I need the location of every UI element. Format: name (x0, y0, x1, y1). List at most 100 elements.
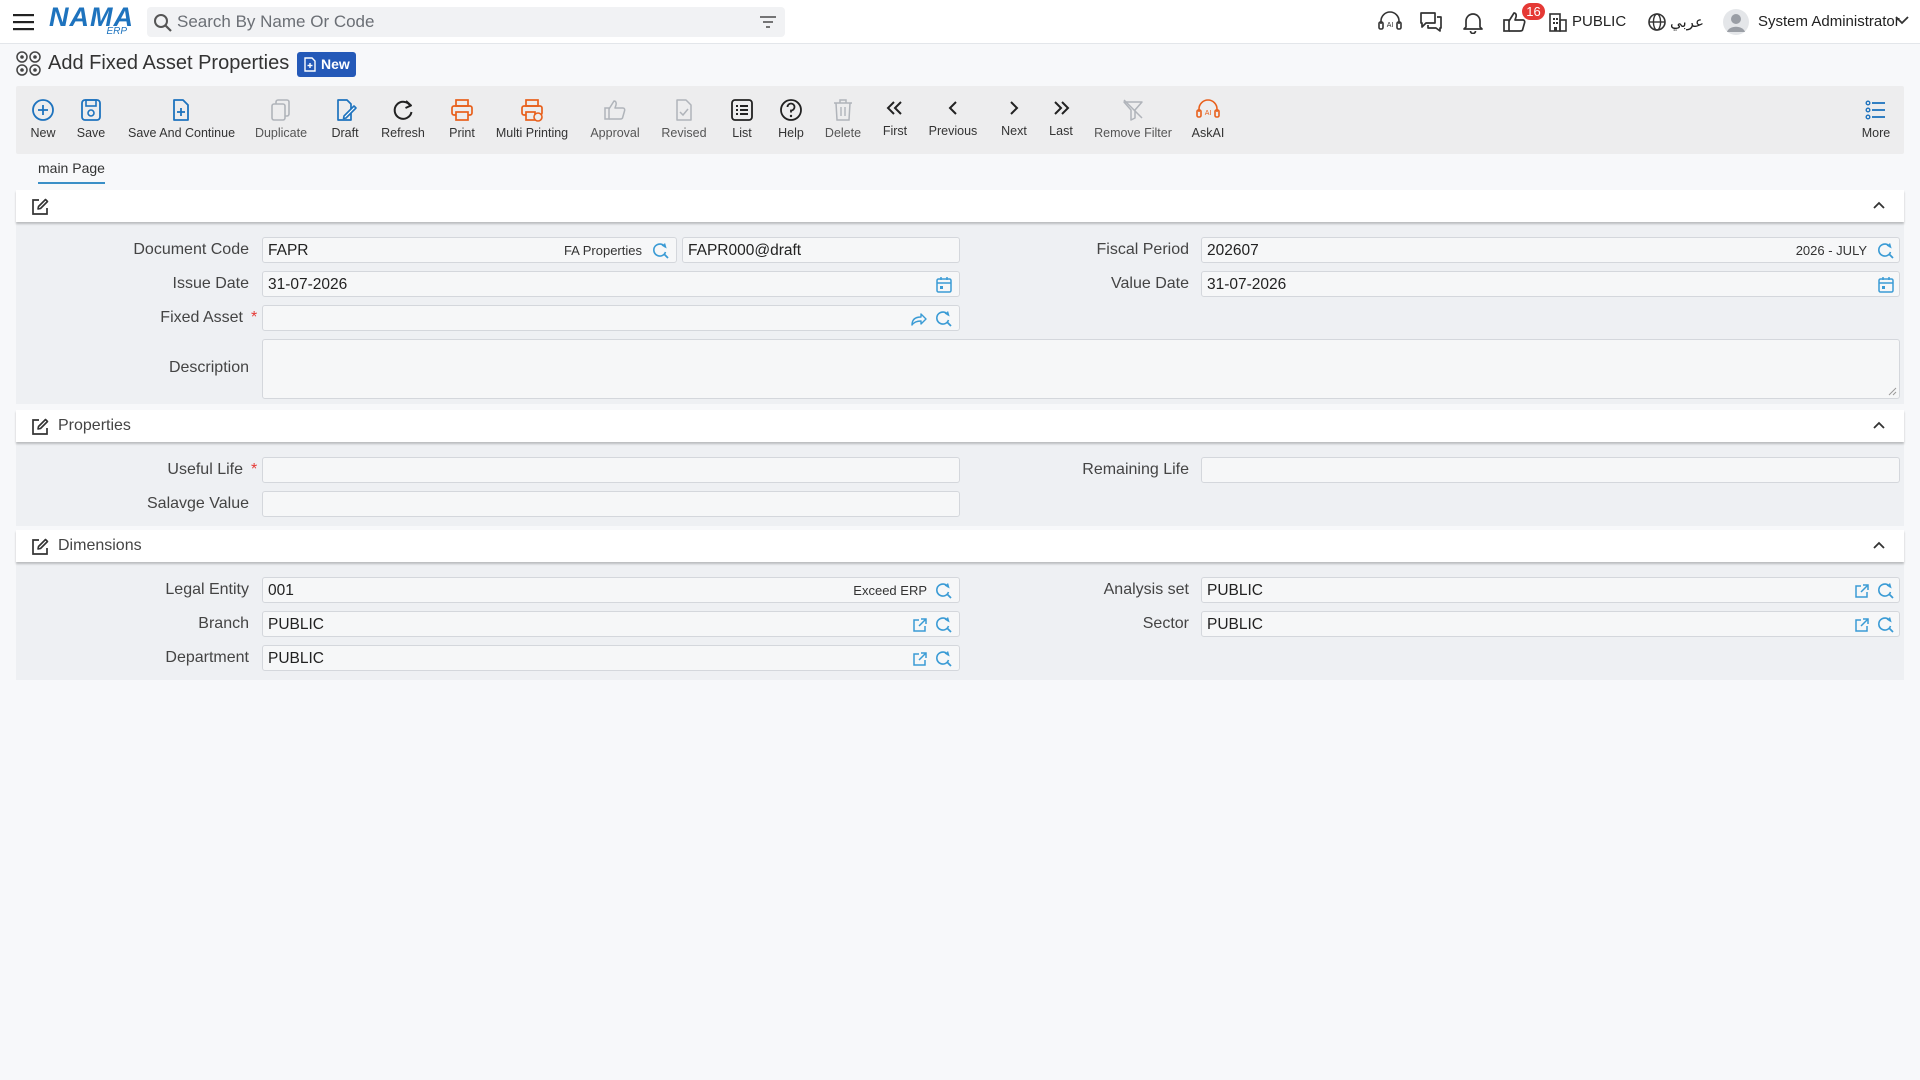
lookup-search-icon[interactable] (652, 242, 670, 260)
collapse-chevron-icon[interactable] (1872, 200, 1886, 210)
approval-button[interactable]: Approval (588, 86, 642, 154)
lookup-search-icon[interactable] (1877, 242, 1895, 260)
printer-icon (451, 99, 473, 121)
lookup-search-icon[interactable] (935, 310, 953, 328)
tab-main-page[interactable]: main Page (38, 160, 105, 184)
branch-value: PUBLIC (268, 616, 324, 633)
print-button[interactable]: Print (444, 86, 480, 154)
filter-icon[interactable] (759, 14, 777, 30)
next-label: Next (1001, 124, 1027, 138)
calendar-icon[interactable] (1877, 276, 1895, 294)
lookup-search-icon[interactable] (935, 582, 953, 600)
fiscal-period-field[interactable]: 202607 2026 - JULY (1201, 237, 1900, 263)
last-label: Last (1049, 124, 1073, 138)
delete-button[interactable]: Delete (822, 86, 864, 154)
avatar[interactable] (1722, 8, 1750, 36)
language-switch[interactable]: عربي (1670, 13, 1704, 31)
previous-button[interactable]: Previous (926, 86, 980, 154)
branch-field[interactable]: PUBLIC (262, 611, 960, 637)
user-name[interactable]: System Administrator (1758, 13, 1900, 30)
remaining-life-field[interactable] (1201, 457, 1900, 483)
department-label: Department (165, 649, 249, 666)
duplicate-button[interactable]: Duplicate (254, 86, 308, 154)
external-link-icon[interactable] (1853, 582, 1871, 600)
refresh-label: Refresh (381, 126, 425, 140)
first-button[interactable]: First (880, 86, 910, 154)
last-button[interactable]: Last (1046, 86, 1076, 154)
lookup-search-icon[interactable] (935, 650, 953, 668)
issue-date-label: Issue Date (172, 275, 249, 292)
more-label: More (1861, 126, 1891, 140)
multi-printing-button[interactable]: Multi Printing (494, 86, 570, 154)
external-link-icon[interactable] (911, 616, 929, 634)
more-list-icon (1865, 100, 1885, 120)
fixed-asset-label: Fixed Asset (160, 309, 243, 326)
external-link-icon[interactable] (1853, 616, 1871, 634)
company-name[interactable]: PUBLIC (1572, 13, 1626, 30)
issue-date-field[interactable]: 31-07-2026 (262, 271, 960, 297)
issue-date-value: 31-07-2026 (268, 276, 348, 293)
document-code-field[interactable]: FAPR FA Properties (262, 237, 677, 263)
search-input[interactable] (177, 7, 737, 37)
new-button[interactable]: New (26, 86, 60, 154)
legal-entity-field[interactable]: 001 Exceed ERP (262, 577, 960, 603)
save-button[interactable]: Save (74, 86, 108, 154)
document-code-name: FA Properties (563, 243, 642, 258)
properties-section-title: Properties (58, 417, 131, 434)
analysis-set-field[interactable]: PUBLIC (1201, 577, 1900, 603)
value-date-label: Value Date (1111, 275, 1189, 292)
save-icon (81, 99, 101, 121)
description-textarea[interactable] (262, 339, 1900, 399)
draft-label: Draft (331, 126, 359, 140)
remove-filter-button[interactable]: Remove Filter (1094, 86, 1172, 154)
revised-button[interactable]: Revised (660, 86, 708, 154)
askai-button[interactable]: AI AskAI (1190, 86, 1226, 154)
more-button[interactable]: More (1858, 86, 1894, 154)
ai-support-icon[interactable]: AI (1377, 10, 1403, 34)
chat-icon[interactable] (1418, 10, 1444, 34)
properties-section-header[interactable]: Properties (16, 410, 1904, 442)
logo[interactable]: NAMA ERP (49, 4, 133, 40)
fiscal-period-name: 2026 - JULY (1795, 243, 1867, 258)
calendar-icon[interactable] (935, 276, 953, 294)
document-number-field[interactable]: FAPR000@draft (682, 237, 960, 263)
bell-icon[interactable] (1460, 10, 1486, 34)
department-field[interactable]: PUBLIC (262, 645, 960, 671)
menu-icon[interactable] (12, 11, 36, 33)
external-link-icon[interactable] (911, 650, 929, 668)
fixed-asset-field[interactable] (262, 305, 960, 331)
lookup-search-icon[interactable] (1877, 582, 1895, 600)
help-button[interactable]: Help (774, 86, 808, 154)
company-icon[interactable] (1547, 10, 1573, 34)
draft-button[interactable]: Draft (328, 86, 362, 154)
resize-handle-icon[interactable] (1887, 386, 1897, 396)
list-button[interactable]: List (726, 86, 758, 154)
main-section-header[interactable] (16, 190, 1904, 222)
useful-life-field[interactable] (262, 457, 960, 483)
collapse-chevron-icon[interactable] (1872, 420, 1886, 430)
dimensions-section-header[interactable]: Dimensions (16, 530, 1904, 562)
fiscal-period-label: Fiscal Period (1096, 241, 1189, 258)
notification-count-badge: 16 (1522, 3, 1545, 20)
sector-field[interactable]: PUBLIC (1201, 611, 1900, 637)
global-search[interactable] (147, 7, 785, 37)
svg-text:AI: AI (1387, 22, 1394, 29)
module-icon (14, 49, 44, 79)
approval-label: Approval (590, 126, 640, 140)
refresh-button[interactable]: Refresh (380, 86, 426, 154)
chevron-left-icon (948, 101, 957, 115)
lookup-search-icon[interactable] (1877, 616, 1895, 634)
search-icon (153, 13, 173, 33)
new-button-label: New (30, 126, 56, 140)
next-button[interactable]: Next (998, 86, 1030, 154)
value-date-field[interactable]: 31-07-2026 (1201, 271, 1900, 297)
share-icon[interactable] (909, 310, 927, 328)
chevron-down-icon[interactable] (1894, 14, 1910, 38)
save-and-continue-button[interactable]: Save And Continue (128, 86, 235, 154)
lookup-search-icon[interactable] (935, 616, 953, 634)
legal-entity-name: Exceed ERP (853, 583, 927, 598)
salvage-value-field[interactable] (262, 491, 960, 517)
globe-icon[interactable] (1646, 11, 1672, 35)
collapse-chevron-icon[interactable] (1872, 540, 1886, 550)
duplicate-label: Duplicate (254, 126, 308, 140)
